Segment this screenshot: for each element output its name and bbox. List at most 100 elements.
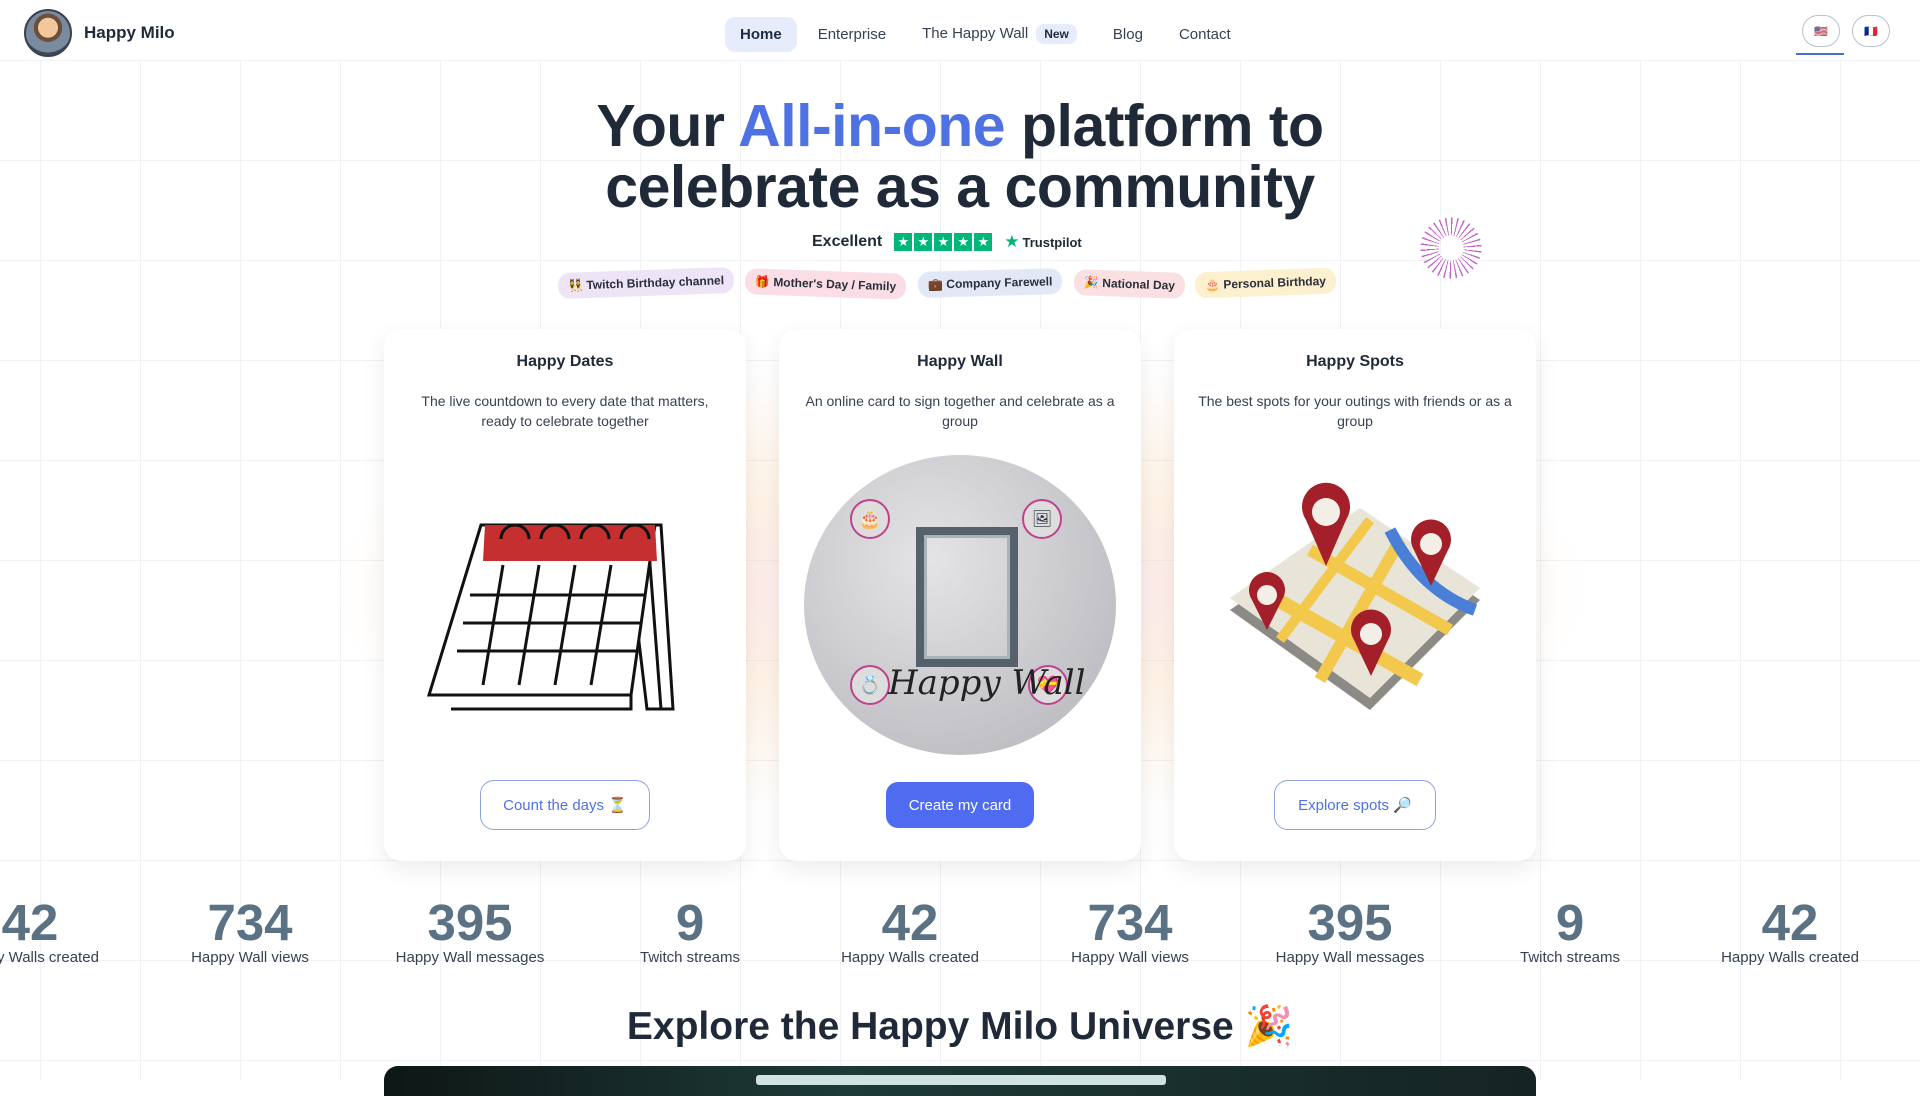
frame-picture-icon: 🖼	[1022, 499, 1062, 539]
stat-item: 9 Twitch streams	[1460, 894, 1680, 967]
star-icon: ★	[974, 233, 993, 251]
video-preview[interactable]	[384, 1066, 1536, 1096]
star-icon: ★	[934, 233, 953, 251]
hero-title-accent: All-in-one	[738, 93, 1006, 159]
brand[interactable]: Happy Milo	[24, 9, 175, 57]
card-happy-dates: Happy Dates The live countdown to every …	[384, 329, 746, 861]
count-the-days-button[interactable]: Count the days ⏳	[480, 780, 650, 830]
star-icon: ★	[914, 233, 933, 251]
card-title: Happy Dates	[516, 353, 614, 370]
stat-value: 42	[881, 894, 939, 951]
pill-icon: 💼	[927, 277, 944, 292]
stat-item: 42Happy Walls created	[800, 894, 1020, 967]
frame-icon	[916, 527, 1018, 667]
pill-icon: 👯	[567, 278, 584, 293]
hero-title-line2: celebrate as a community	[605, 154, 1315, 220]
lang-fr-button[interactable]: 🇫🇷	[1852, 15, 1890, 47]
stat-item: 395 Happy Wall messages	[1240, 894, 1460, 967]
brand-name: Happy Milo	[84, 23, 175, 42]
nav-link-contact[interactable]: Contact	[1164, 17, 1246, 52]
trustpilot-rating[interactable]: Excellent ★ ★ ★ ★ ★ ★ Trustpilot	[812, 232, 1082, 252]
rating-word: Excellent	[812, 233, 883, 250]
hero-title-part2: platform to	[1005, 93, 1324, 159]
stat-item: 734 Happy Wall views	[1020, 894, 1240, 967]
happy-wall-circle: 🎂 🖼 💍 💝 Happy Wall	[804, 455, 1116, 755]
section-title: Explore the Happy Milo Universe 🎉	[626, 1005, 1294, 1048]
create-my-card-button[interactable]: Create my card	[886, 782, 1034, 828]
explore-spots-button[interactable]: Explore spots 🔎	[1274, 780, 1436, 830]
card-description: The live countdown to every date that ma…	[421, 393, 709, 429]
stat-value: 734	[1087, 894, 1173, 951]
stat-item: 734 Happy Wall views	[140, 894, 360, 967]
nav-link-enterprise[interactable]: Enterprise	[803, 17, 901, 52]
nav-links: Home Enterprise The Happy Wall New Blog C…	[725, 15, 1246, 53]
pill-label: Twitch Birthday channel	[586, 273, 725, 293]
map-icon	[1230, 482, 1480, 710]
stat-label: Happy Walls created	[841, 949, 979, 966]
happy-wall-illustration: 🎂 🖼 💍 💝 Happy Wall	[800, 455, 1120, 755]
trustpilot-logo: ★ Trustpilot	[1004, 232, 1081, 252]
stat-label: Happy Wall messages	[395, 949, 545, 966]
pill-icon: 🎂	[1204, 277, 1221, 293]
card-title: Happy Wall	[917, 353, 1003, 370]
pill-national-day[interactable]: 🎉 National Day	[1073, 269, 1186, 299]
nav-link-happy-wall-label: The Happy Wall	[922, 25, 1029, 42]
pill-label: Company Farewell	[946, 274, 1053, 292]
top-nav: Happy Milo Home Enterprise The Happy Wal…	[0, 0, 1920, 62]
stat-value: 42	[1761, 894, 1819, 951]
firework-decoration	[1416, 213, 1486, 283]
lang-active-indicator	[1796, 53, 1844, 55]
stat-value: 42	[1, 894, 59, 951]
star-icon: ★	[894, 233, 913, 251]
pill-mothers-day[interactable]: 🎁 Mother's Day / Family	[744, 268, 907, 300]
lang-us-button[interactable]: 🇺🇸	[1802, 15, 1840, 47]
hero-title-part1: Your	[596, 93, 739, 159]
stat-value: 395	[1307, 894, 1393, 951]
pill-label: Mother's Day / Family	[773, 275, 897, 294]
card-description: An online card to sign together and cele…	[805, 393, 1115, 429]
stat-label: Happy Walls created	[1721, 949, 1859, 966]
stat-value: 9	[1555, 894, 1585, 951]
happy-wall-art-text: Happy Wall	[888, 663, 1086, 703]
card-happy-wall: Happy Wall An online card to sign togeth…	[779, 329, 1141, 861]
stat-value: 734	[207, 894, 293, 951]
calendar-icon	[426, 523, 675, 711]
stat-label: Happy Walls created	[0, 949, 99, 966]
nav-link-blog[interactable]: Blog	[1098, 17, 1158, 52]
stat-value: 395	[427, 894, 513, 951]
map-illustration	[1195, 455, 1515, 755]
card-happy-spots: Happy Spots The best spots for your outi…	[1174, 329, 1536, 861]
stat-value: 9	[675, 894, 705, 951]
pill-label: National Day	[1102, 276, 1176, 293]
trustpilot-star-icon: ★	[1004, 232, 1020, 251]
stat-item: 42Happy Walls created	[1680, 894, 1900, 967]
stat-label: Happy Wall views	[191, 949, 309, 966]
occasion-pills: 👯 Twitch Birthday channel 🎁 Mother's Day…	[0, 266, 1920, 310]
card-description: The best spots for your outings with fri…	[1198, 393, 1512, 429]
pill-icon: 🎁	[754, 274, 771, 290]
star-icon: ★	[954, 233, 973, 251]
nav-link-happy-wall[interactable]: The Happy Wall New	[907, 15, 1092, 53]
trustpilot-label: Trustpilot	[1022, 234, 1082, 250]
calendar-illustration	[405, 455, 725, 755]
pill-personal-birthday[interactable]: 🎂 Personal Birthday	[1194, 267, 1337, 299]
pill-icon: 🎉	[1083, 275, 1100, 290]
new-badge: New	[1036, 24, 1077, 44]
stat-label: Happy Wall messages	[1275, 949, 1425, 966]
hero-title: Your All-in-one platform to celebrate as…	[0, 96, 1920, 218]
pill-company-farewell[interactable]: 💼 Company Farewell	[917, 268, 1063, 298]
pill-twitch-birthday[interactable]: 👯 Twitch Birthday channel	[557, 266, 735, 300]
brand-logo-avatar	[24, 9, 72, 57]
cake-icon: 🎂	[850, 499, 890, 539]
stat-label: Twitch streams	[639, 949, 741, 966]
stat-label: Twitch streams	[1519, 949, 1621, 966]
stat-item: 42Happy Walls created	[0, 894, 140, 967]
video-thumbnail	[756, 1075, 1166, 1085]
card-title: Happy Spots	[1306, 353, 1404, 370]
ring-icon: 💍	[850, 665, 890, 705]
nav-link-home[interactable]: Home	[725, 16, 797, 52]
rating-stars: ★ ★ ★ ★ ★	[894, 233, 993, 251]
stat-item: 9 Twitch streams	[580, 894, 800, 967]
stat-label: Happy Wall views	[1071, 949, 1189, 966]
pill-label: Personal Birthday	[1223, 273, 1327, 292]
